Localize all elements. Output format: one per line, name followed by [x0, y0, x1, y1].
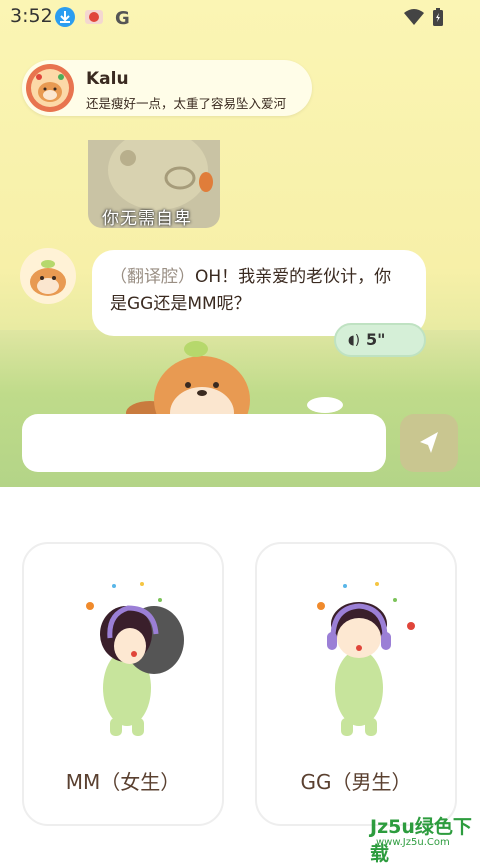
contact-header[interactable]: Kalu 还是瘦好一点，太重了容易坠入爱河 [22, 60, 312, 116]
boy-character-icon [317, 582, 415, 736]
svg-text:G: G [115, 8, 130, 27]
google-icon: G [115, 8, 130, 27]
chat-area: 3:52 G Kalu 还是瘦好一点，太重了容易坠入爱河 你无需自卑 （翻译腔）… [0, 0, 480, 487]
voice-wave-icon: ◖) [348, 333, 360, 348]
contact-subtitle: 还是瘦好一点，太重了容易坠入爱河 [86, 96, 287, 111]
download-icon [55, 7, 75, 27]
send-icon [420, 432, 438, 453]
status-bar: 3:52 G [0, 0, 480, 34]
battery-icon [433, 8, 443, 26]
voice-message-button[interactable]: ◖) 5" [334, 323, 426, 357]
choice-label-mm: MM（女生） [65, 770, 181, 794]
message-prefix: （翻译腔） [110, 267, 195, 287]
message-input[interactable] [22, 414, 386, 472]
contact-name: Kalu [86, 69, 129, 89]
contact-avatar [26, 64, 74, 112]
choice-label-gg: GG（男生） [300, 770, 412, 794]
voice-duration: 5" [366, 330, 386, 349]
status-time: 3:52 [10, 5, 53, 27]
bot-avatar[interactable] [20, 248, 76, 304]
girl-character-icon [86, 582, 184, 736]
choice-card-gg[interactable]: GG（男生） [255, 542, 457, 826]
watermark-url: www.Jz5u.Com [376, 837, 450, 848]
sticker-image[interactable]: 你无需自卑 [88, 140, 220, 228]
app-icon [85, 10, 103, 24]
choice-card-mm[interactable]: MM（女生） [22, 542, 224, 826]
send-button[interactable] [400, 414, 458, 472]
sticker-caption: 你无需自卑 [102, 209, 192, 228]
wifi-icon [404, 9, 424, 25]
